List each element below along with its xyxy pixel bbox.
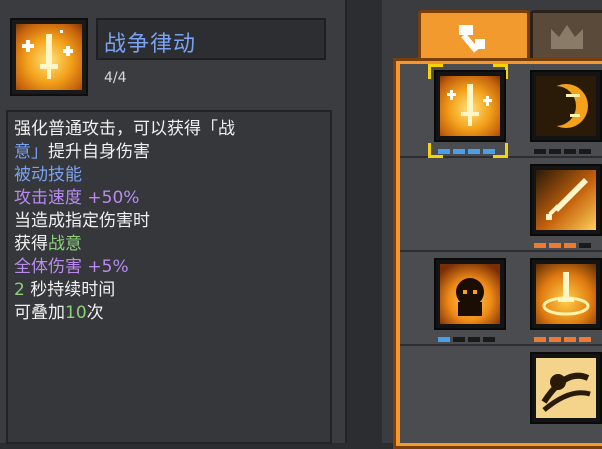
skill-slot-whirlwind[interactable] [530,352,602,436]
desc-gain: 获得战意 [14,234,82,254]
skill-description: 强化普通攻击，可以获得「战 意」提升自身伤害 被动技能 攻击速度 +50% 当造… [14,118,324,325]
level-pips [438,337,495,342]
fighting-spirit-keyword: 意」 [14,142,48,162]
flame-face-icon [440,264,500,324]
skill-description-box: 强化普通攻击，可以获得「战 意」提升自身伤害 被动技能 攻击速度 +50% 当造… [6,110,332,444]
sword-sparkle-icon [440,76,500,136]
tab-combat-skills[interactable] [418,10,530,65]
skill-level: 4/4 [104,70,127,86]
level-pips [438,149,495,154]
skill-slot-war-rhythm[interactable] [428,64,508,158]
skill-tree-grid [400,64,602,443]
selection-corner [493,143,508,158]
skill-icon [10,18,88,96]
desc-duration: 2 秒持续时间 [14,280,116,300]
skill-slot-sword-aura[interactable] [530,258,602,342]
crescent-moon-icon [536,76,596,136]
skill-title: 战争律动 [104,32,197,57]
level-pips [534,149,591,154]
sword-sparkle-icon [16,24,82,90]
sword-aura-icon [536,264,596,324]
crown-icon [551,25,583,49]
attack-speed-stat: 攻击速度 +50% [14,188,140,208]
skill-slot-sword-strike[interactable] [530,164,602,248]
skill-slot-crescent[interactable] [530,70,602,154]
passive-label: 被动技能 [14,165,82,185]
whirlwind-icon [536,358,596,418]
skill-detail-panel: 战争律动 4/4 强化普通攻击，可以获得「战 意」提升自身伤害 被动技能 攻击速… [0,0,347,444]
tab-crown-skills[interactable] [530,10,602,61]
level-pips [534,337,591,342]
desc-condition: 当造成指定伤害时 [14,211,150,231]
desc-line-1: 强化普通攻击，可以获得「战 [14,119,235,139]
sword-strike-icon [536,170,596,230]
level-pips [534,243,591,248]
skill-title-box: 战争律动 [96,18,326,60]
desc-line-2: 意」提升自身伤害 [14,142,150,162]
desc-stack: 可叠加10次 [14,303,104,323]
sword-hammer-icon [459,25,485,53]
skill-slot-burning-face[interactable] [434,258,506,342]
team-damage-stat: 全体伤害 +5% [14,257,129,277]
